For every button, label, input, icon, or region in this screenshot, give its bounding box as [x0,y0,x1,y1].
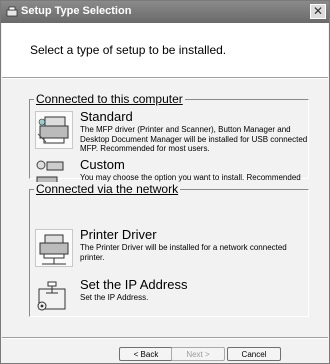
option-custom-title[interactable]: Custom [80,157,125,172]
title-bar[interactable]: Setup Type Selection ✕ [1,1,329,23]
option-set-ip-title[interactable]: Set the IP Address [80,277,187,292]
network-printer-icon[interactable] [35,229,73,267]
option-printer-driver[interactable]: Printer Driver The Printer Driver will b… [35,227,315,269]
option-set-ip-desc: Set the IP Address. [80,293,149,302]
ip-address-icon[interactable] [35,279,73,317]
option-standard-desc: The MFP driver (Printer and Scanner), Bu… [80,125,308,153]
next-button[interactable]: Next > [171,347,225,361]
option-standard[interactable]: Standard The MFP driver (Printer and Sca… [35,109,315,153]
close-icon: ✕ [312,4,324,18]
group-local-label: Connected to this computer [34,92,185,106]
setup-prompt: Select a type of setup to be installed. [30,43,227,57]
option-set-ip[interactable]: Set the IP Address Set the IP Address. [35,277,315,319]
window-title: Setup Type Selection [21,5,132,17]
footer-divider [2,337,328,339]
option-printer-driver-title[interactable]: Printer Driver [80,227,157,242]
header-panel: Select a type of setup to be installed. [2,23,328,77]
setup-app-icon [6,6,18,17]
back-button[interactable]: < Back [119,347,173,361]
printer-scanner-icon[interactable] [35,111,73,149]
close-button[interactable]: ✕ [310,4,326,19]
option-printer-driver-desc: The Printer Driver will be installed for… [80,243,287,262]
setup-window: Setup Type Selection ✕ Select a type of … [0,0,330,364]
option-standard-title[interactable]: Standard [80,109,133,124]
header-divider [2,77,328,79]
cancel-button[interactable]: Cancel [227,347,281,361]
group-network-label: Connected via the network [34,182,181,196]
